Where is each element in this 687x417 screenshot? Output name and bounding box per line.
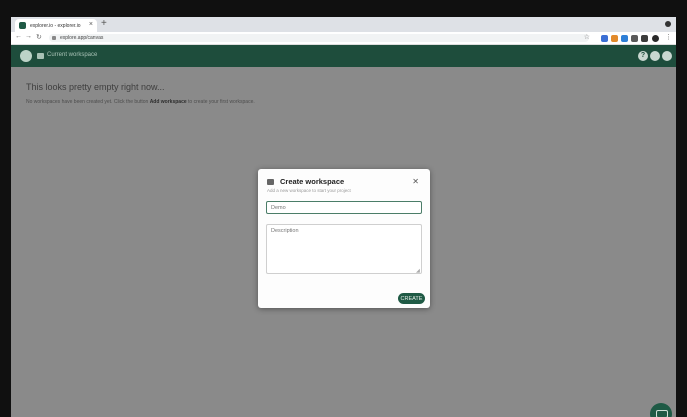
forward-icon[interactable]: →: [25, 33, 32, 40]
back-icon[interactable]: ←: [15, 33, 22, 40]
tab-close-icon[interactable]: ×: [89, 21, 93, 28]
empty-state-text: No workspaces have been created yet. Cli…: [26, 99, 149, 105]
extension-icon[interactable]: [611, 35, 618, 42]
browser-toolbar: ← → ↻ explore.app/canvas ☆ ⋮: [11, 32, 676, 45]
notifications-icon[interactable]: [650, 51, 660, 61]
extension-icon[interactable]: [621, 35, 628, 42]
tab-favicon-icon: [19, 22, 26, 29]
url-text: explore.app/canvas: [60, 35, 104, 41]
browser-tab-strip: explorer.io - explorer.io × +: [11, 17, 676, 32]
add-workspace-link[interactable]: Add workspace: [150, 99, 187, 105]
empty-state-title: This looks pretty empty right now...: [26, 82, 165, 92]
browser-menu-icon[interactable]: ⋮: [665, 33, 672, 41]
reload-icon[interactable]: ↻: [36, 33, 42, 41]
app-header: Current workspace ?: [11, 45, 676, 67]
folder-icon: [37, 53, 44, 59]
empty-state-text: to create your first workspace.: [188, 99, 255, 105]
empty-state-description: No workspaces have been created yet. Cli…: [26, 98, 276, 106]
tab-title: explorer.io - explorer.io: [30, 22, 81, 29]
bookmark-star-icon[interactable]: ☆: [584, 33, 590, 41]
create-workspace-modal: Create workspace ✕ Add a new workspace t…: [258, 169, 430, 308]
browser-tab[interactable]: explorer.io - explorer.io ×: [15, 19, 97, 32]
breadcrumb[interactable]: Current workspace: [47, 52, 97, 58]
lock-icon: [52, 36, 56, 40]
profile-avatar-icon[interactable]: [652, 35, 659, 42]
extension-icon[interactable]: [601, 35, 608, 42]
window-control-icon[interactable]: [665, 21, 671, 27]
new-tab-icon[interactable]: +: [101, 18, 107, 29]
address-bar[interactable]: explore.app/canvas: [49, 34, 589, 42]
user-avatar-icon[interactable]: [662, 51, 672, 61]
workspace-name-input[interactable]: [266, 201, 422, 214]
create-button[interactable]: CREATE: [398, 293, 425, 304]
modal-subtitle: Add a new workspace to start your projec…: [267, 188, 351, 193]
extension-icon[interactable]: [641, 35, 648, 42]
help-icon[interactable]: ?: [638, 51, 648, 61]
chat-fab[interactable]: [650, 403, 672, 417]
close-icon[interactable]: ✕: [412, 177, 419, 186]
folder-icon: [267, 179, 274, 185]
workspace-description-field[interactable]: [266, 224, 422, 274]
chat-icon: [656, 410, 668, 417]
screen: explorer.io - explorer.io × + ← → ↻ expl…: [11, 17, 676, 417]
extension-icon[interactable]: [631, 35, 638, 42]
modal-title: Create workspace: [280, 177, 345, 186]
app-logo-icon[interactable]: [20, 50, 32, 62]
resize-handle-icon[interactable]: ◢: [416, 268, 420, 274]
